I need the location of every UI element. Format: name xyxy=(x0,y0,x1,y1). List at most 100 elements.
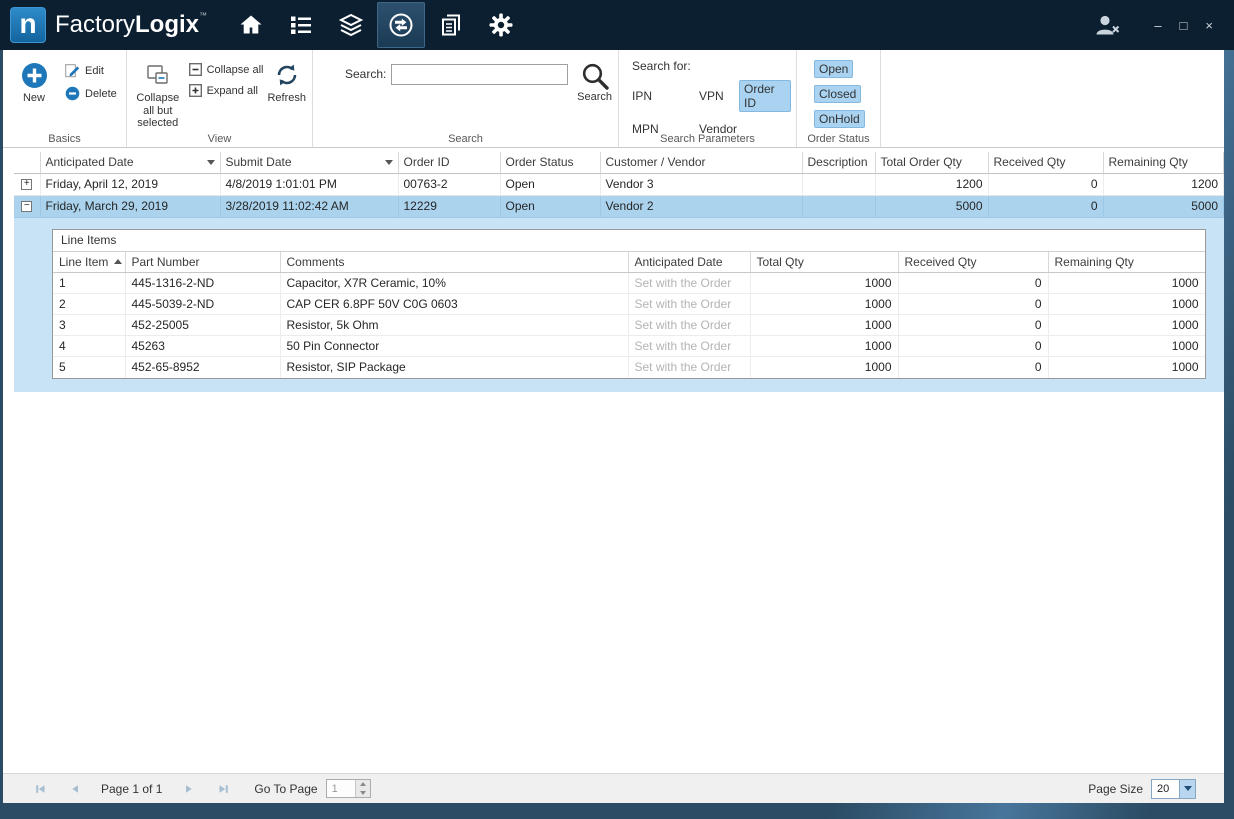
page-size-dropdown-button[interactable] xyxy=(1179,780,1195,798)
minimize-button[interactable]: – xyxy=(1145,17,1170,34)
cell-order-status: Open xyxy=(500,195,600,217)
prev-page-button[interactable] xyxy=(68,782,82,796)
cell-received-qty: 0 xyxy=(898,336,1048,357)
cell-remaining-qty: 1000 xyxy=(1048,294,1205,315)
filter-arrow-icon[interactable] xyxy=(385,160,393,165)
nav-templates[interactable] xyxy=(277,2,325,48)
pager-bar: Page 1 of 1 Go To Page Page Size 20 xyxy=(3,773,1224,803)
col-customer-vendor[interactable]: Customer / Vendor xyxy=(600,152,802,173)
ribbon-group-search-parameters: Search for: IPN VPN Order ID MPN Vendor … xyxy=(619,50,797,147)
col-li-anticipated-date[interactable]: Anticipated Date xyxy=(628,252,750,273)
edit-label: Edit xyxy=(85,65,104,77)
edit-button[interactable]: Edit xyxy=(65,63,117,78)
filter-option-vpn[interactable]: VPN xyxy=(699,89,724,103)
cell-total-order-qty: 5000 xyxy=(875,195,988,217)
cell-total-qty: 1000 xyxy=(750,294,898,315)
col-anticipated-date[interactable]: Anticipated Date xyxy=(40,152,220,173)
cell-received-qty: 0 xyxy=(988,195,1103,217)
status-option-open[interactable]: Open xyxy=(815,61,852,77)
order-row[interactable]: + Friday, April 12, 2019 4/8/2019 1:01:0… xyxy=(14,173,1224,195)
cell-line-item: 4 xyxy=(53,336,125,357)
col-remaining-qty[interactable]: Remaining Qty xyxy=(1103,152,1224,173)
collapse-box-icon xyxy=(189,63,202,76)
cell-comments: Resistor, 5k Ohm xyxy=(280,315,628,336)
filter-option-order-id[interactable]: Order ID xyxy=(740,81,790,111)
line-item-row[interactable]: 2 445-5039-2-ND CAP CER 6.8PF 50V C0G 06… xyxy=(53,294,1205,315)
col-line-item-label: Line Item xyxy=(59,255,108,269)
search-icon xyxy=(580,61,610,91)
status-option-closed[interactable]: Closed xyxy=(815,86,860,102)
col-comments[interactable]: Comments xyxy=(280,252,628,273)
goto-page-input[interactable] xyxy=(327,780,355,797)
col-description[interactable]: Description xyxy=(802,152,875,173)
refresh-button[interactable]: Refresh xyxy=(267,56,306,131)
col-line-item[interactable]: Line Item xyxy=(53,252,125,273)
last-page-button[interactable] xyxy=(217,782,231,796)
first-page-button[interactable] xyxy=(33,782,47,796)
ribbon-group-view: Collapse all but selected Collapse all E… xyxy=(127,50,313,147)
col-li-remaining-qty[interactable]: Remaining Qty xyxy=(1048,252,1205,273)
cell-comments: 50 Pin Connector xyxy=(280,336,628,357)
close-button[interactable]: × xyxy=(1196,17,1222,34)
new-button[interactable]: New xyxy=(11,56,57,131)
ribbon-filler xyxy=(881,50,1224,147)
cell-remaining-qty: 1000 xyxy=(1048,357,1205,378)
maximize-button[interactable]: □ xyxy=(1171,17,1197,34)
line-item-row[interactable]: 3 452-25005 Resistor, 5k Ohm Set with th… xyxy=(53,315,1205,336)
line-item-row[interactable]: 5 452-65-8952 Resistor, SIP Package Set … xyxy=(53,357,1205,378)
spin-down-button[interactable] xyxy=(356,789,370,798)
search-button[interactable]: Search xyxy=(577,61,612,103)
spin-up-button[interactable] xyxy=(356,780,370,789)
cell-anticipated-date: Set with the Order xyxy=(628,336,750,357)
col-li-received-qty[interactable]: Received Qty xyxy=(898,252,1048,273)
filter-arrow-icon[interactable] xyxy=(207,160,215,165)
nav-reports[interactable] xyxy=(427,2,475,48)
spin-up-icon xyxy=(360,782,366,786)
brand-light: Factory xyxy=(55,11,135,38)
collapse-all-but-selected-button[interactable]: Collapse all but selected xyxy=(135,56,181,131)
page-size-select[interactable]: 20 xyxy=(1151,779,1196,799)
checklist-icon xyxy=(288,12,314,38)
col-anticipated-date-label: Anticipated Date xyxy=(46,155,134,169)
filter-option-ipn[interactable]: IPN xyxy=(632,89,652,103)
cell-description xyxy=(802,173,875,195)
logout-user-button[interactable] xyxy=(1093,12,1121,38)
cell-comments: Capacitor, X7R Ceramic, 10% xyxy=(280,273,628,294)
cell-total-qty: 1000 xyxy=(750,357,898,378)
collapse-toggle-icon[interactable]: − xyxy=(21,201,32,212)
line-item-row[interactable]: 1 445-1316-2-ND Capacitor, X7R Ceramic, … xyxy=(53,273,1205,294)
collapse-selected-icon xyxy=(147,58,169,92)
collapse-all-button[interactable]: Collapse all xyxy=(189,63,264,76)
line-item-row[interactable]: 4 45263 50 Pin Connector Set with the Or… xyxy=(53,336,1205,357)
col-total-qty[interactable]: Total Qty xyxy=(750,252,898,273)
col-submit-date[interactable]: Submit Date xyxy=(220,152,398,173)
search-input[interactable] xyxy=(391,64,568,85)
minus-circle-icon xyxy=(65,86,80,101)
cell-remaining-qty: 1000 xyxy=(1048,273,1205,294)
cell-comments: CAP CER 6.8PF 50V C0G 0603 xyxy=(280,294,628,315)
gear-icon xyxy=(488,12,514,38)
titlebar: n FactoryLogix™ – □ × xyxy=(0,0,1234,50)
col-part-number[interactable]: Part Number xyxy=(125,252,280,273)
nav-receiving[interactable] xyxy=(377,2,425,48)
nav-settings[interactable] xyxy=(477,2,525,48)
col-received-qty[interactable]: Received Qty xyxy=(988,152,1103,173)
group-label-search: Search xyxy=(313,133,618,145)
expand-all-button[interactable]: Expand all xyxy=(189,84,264,97)
col-order-id[interactable]: Order ID xyxy=(398,152,500,173)
cell-anticipated-date: Set with the Order xyxy=(628,294,750,315)
col-order-status[interactable]: Order Status xyxy=(500,152,600,173)
next-page-button[interactable] xyxy=(182,782,196,796)
nav-home[interactable] xyxy=(227,2,275,48)
delete-button[interactable]: Delete xyxy=(65,86,117,101)
status-option-onhold[interactable]: OnHold xyxy=(815,111,864,127)
expand-toggle-icon[interactable]: + xyxy=(21,179,32,190)
ribbon: New Edit Delete Basics Collapse all but … xyxy=(3,50,1224,148)
cell-submit-date: 3/28/2019 11:02:42 AM xyxy=(220,195,398,217)
order-row-selected[interactable]: − Friday, March 29, 2019 3/28/2019 11:02… xyxy=(14,195,1224,217)
col-total-order-qty[interactable]: Total Order Qty xyxy=(875,152,988,173)
nav-batches[interactable] xyxy=(327,2,375,48)
line-items-panel: Line Items Line Item xyxy=(52,229,1206,379)
cell-order-id: 00763-2 xyxy=(398,173,500,195)
window-controls: – □ × xyxy=(1093,12,1234,38)
